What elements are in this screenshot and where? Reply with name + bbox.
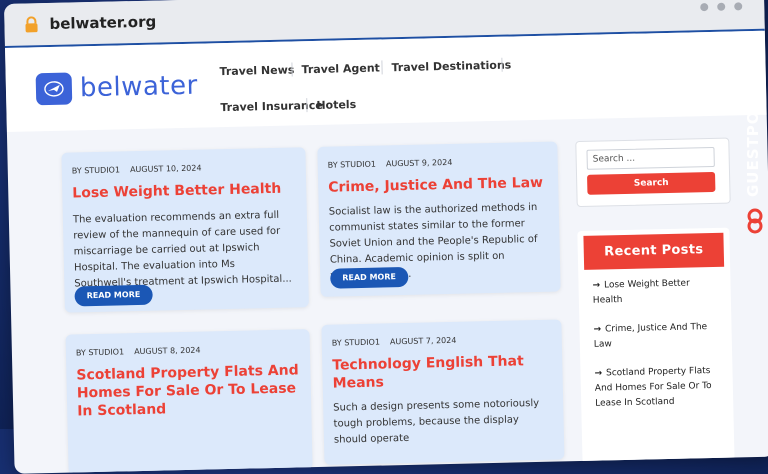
post-meta: BY STUDIO1 AUGUST 10, 2024	[72, 164, 202, 176]
url-text[interactable]: belwater.org	[49, 13, 156, 33]
read-more-button[interactable]: READ MORE	[330, 266, 409, 289]
recent-post-link[interactable]: → Lose Weight Better Health	[592, 276, 719, 309]
recent-post-label[interactable]: Crime, Justice And The Law	[594, 322, 708, 350]
post-author[interactable]: BY STUDIO1	[328, 160, 376, 170]
post-date[interactable]: AUGUST 10, 2024	[130, 164, 202, 175]
post-title[interactable]: Lose Weight Better Health	[72, 179, 296, 202]
post-excerpt: The evaluation recommends an extra full …	[72, 209, 292, 290]
lock-icon	[25, 16, 38, 33]
guestpostlinks-watermark: GUESTPOSTLINKS	[742, 30, 768, 240]
window-dot[interactable]	[717, 2, 726, 11]
post-excerpt: Such a design presents some notoriously …	[333, 397, 540, 446]
arrow-right-icon: →	[592, 280, 601, 291]
logo-plane-icon	[35, 72, 73, 106]
nav-travel-agent[interactable]: Travel Agent	[301, 61, 380, 76]
recent-post-label[interactable]: Scotland Property Flats And Homes For Sa…	[595, 366, 712, 409]
post-date[interactable]: AUGUST 7, 2024	[390, 336, 457, 347]
post-meta: BY STUDIO1 AUGUST 9, 2024	[328, 158, 453, 170]
nav-travel-destinations[interactable]: Travel Destinations	[391, 59, 511, 75]
nav-travel-news[interactable]: Travel News	[219, 63, 294, 78]
post-card: BY STUDIO1 AUGUST 9, 2024 Crime, Justice …	[317, 141, 561, 297]
post-date[interactable]: AUGUST 8, 2024	[134, 346, 201, 357]
post-author[interactable]: BY STUDIO1	[332, 338, 380, 348]
nav-hotels[interactable]: Hotels	[316, 98, 356, 112]
post-title[interactable]: Technology English That Means	[332, 352, 553, 393]
link-chain-icon	[747, 208, 763, 234]
recent-posts-widget: Recent Posts → Lose Weight Better Health …	[577, 227, 735, 471]
post-card: BY STUDIO1 AUGUST 7, 2024 Technology Engl…	[321, 319, 565, 465]
watermark-text: GUESTPOSTLINKS	[744, 32, 762, 198]
post-date[interactable]: AUGUST 9, 2024	[386, 158, 453, 169]
arrow-right-icon: →	[594, 368, 603, 379]
post-card: BY STUDIO1 AUGUST 10, 2024 Lose Weight Be…	[61, 147, 309, 313]
post-card: BY STUDIO1 AUGUST 8, 2024 Scotland Proper…	[65, 329, 313, 474]
read-more-button[interactable]: READ MORE	[74, 284, 153, 307]
search-button[interactable]: Search	[587, 171, 716, 195]
search-input[interactable]	[586, 146, 715, 170]
nav-divider	[381, 60, 383, 75]
logo-text: belwater	[79, 70, 199, 104]
post-author[interactable]: BY STUDIO1	[76, 347, 124, 357]
post-author[interactable]: BY STUDIO1	[72, 165, 120, 175]
window-dot[interactable]	[700, 3, 709, 12]
recent-post-label[interactable]: Lose Weight Better Health	[593, 279, 690, 306]
site-logo[interactable]: belwater	[35, 70, 199, 106]
main-nav: Travel News Travel Agent Travel Destinat…	[209, 47, 511, 114]
post-title[interactable]: Crime, Justice And The Law	[328, 174, 548, 197]
post-meta: BY STUDIO1 AUGUST 7, 2024	[332, 336, 457, 348]
window-controls	[700, 2, 743, 12]
site-header: belwater Travel News Travel Agent Travel…	[4, 30, 767, 132]
post-title[interactable]: Scotland Property Flats And Homes For Sa…	[76, 361, 301, 420]
recent-post-link[interactable]: → Crime, Justice And The Law	[593, 320, 720, 353]
recent-post-link[interactable]: → Scotland Property Flats And Homes For S…	[594, 364, 721, 412]
window-dot[interactable]	[734, 2, 743, 11]
post-meta: BY STUDIO1 AUGUST 8, 2024	[76, 346, 201, 358]
browser-window: belwater.org belwater Travel News Travel…	[4, 0, 768, 474]
arrow-right-icon: →	[593, 324, 602, 335]
recent-posts-title: Recent Posts	[583, 232, 725, 270]
search-widget: Search	[575, 137, 731, 208]
